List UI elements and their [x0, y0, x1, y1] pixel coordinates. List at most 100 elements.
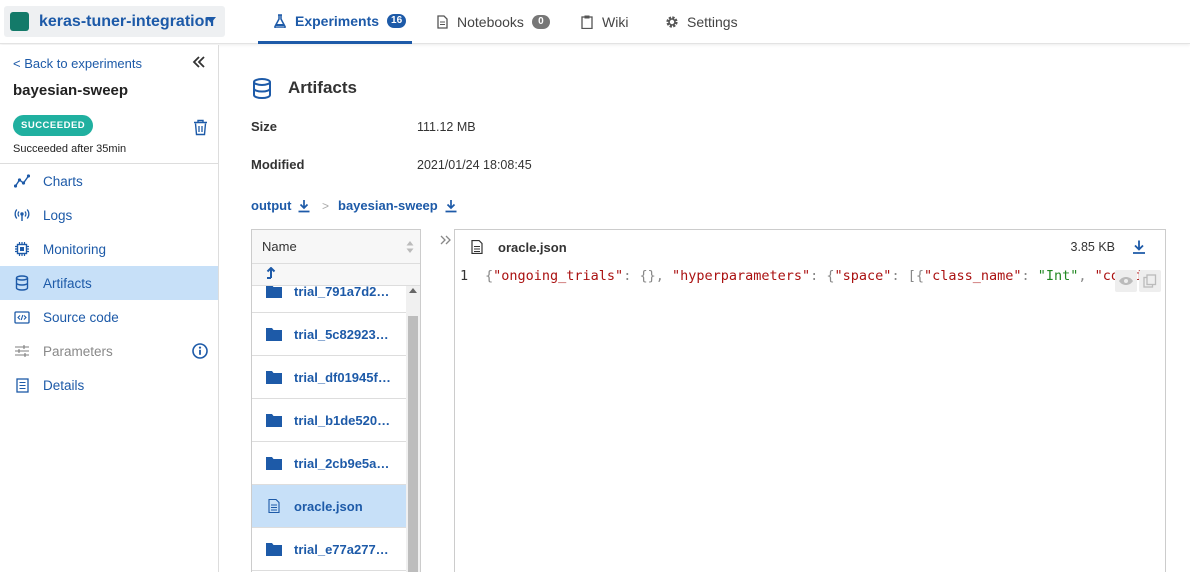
- tab-notebooks[interactable]: Notebooks 0: [435, 0, 550, 44]
- list-item[interactable]: trial_b1de520…: [252, 399, 406, 442]
- copy-icon[interactable]: [1139, 270, 1161, 292]
- file-name: trial_b1de520…: [294, 412, 391, 428]
- database-icon: [14, 275, 30, 291]
- size-value: 111.12 MB: [417, 120, 476, 134]
- list-icon: [14, 377, 30, 393]
- sidebar-item-parameters[interactable]: Parameters: [0, 334, 218, 368]
- database-icon: [252, 78, 272, 100]
- back-to-experiments-link[interactable]: < Back to experiments: [13, 56, 142, 71]
- folder-icon: [266, 286, 282, 298]
- tab-experiments[interactable]: Experiments 16: [258, 0, 412, 44]
- file-name: trial_df01945f…: [294, 369, 391, 385]
- status-badge: SUCCEEDED: [13, 115, 94, 136]
- parent-directory-button[interactable]: [252, 264, 420, 286]
- column-label: Name: [262, 239, 297, 254]
- code-view[interactable]: 1 {"ongoing_trials": {}, "hyperparameter…: [455, 264, 1165, 572]
- experiment-name: bayesian-sweep: [13, 82, 129, 99]
- chip-icon: [14, 241, 30, 257]
- tab-label: Experiments: [295, 12, 380, 29]
- folder-icon: [266, 414, 282, 427]
- sidebar-item-details[interactable]: Details: [0, 368, 218, 402]
- sidebar-item-source-code[interactable]: Source code: [0, 300, 218, 334]
- sidebar-item-artifacts[interactable]: Artifacts: [0, 266, 218, 300]
- sidebar-item-label: Charts: [43, 173, 83, 189]
- tab-label: Wiki: [602, 14, 629, 30]
- list-item[interactable]: oracle.json: [252, 485, 406, 528]
- code-toolbar: [1115, 270, 1161, 292]
- info-icon[interactable]: [192, 343, 208, 359]
- file-name: trial_5c82923…: [294, 326, 389, 342]
- count-badge: 0: [531, 15, 550, 29]
- list-item[interactable]: trial_e77a277…: [252, 528, 406, 571]
- sidebar: < Back to experiments bayesian-sweep SUC…: [0, 45, 219, 572]
- modified-label: Modified: [251, 157, 305, 172]
- file-name: trial_2cb9e5a…: [294, 455, 390, 471]
- download-icon[interactable]: [444, 199, 458, 213]
- scrollbar[interactable]: [406, 286, 420, 572]
- list-item[interactable]: trial_5c82923…: [252, 313, 406, 356]
- file-viewer: oracle.json 3.85 KB 1 {"ongoing_trials":…: [454, 229, 1166, 572]
- tab-wiki[interactable]: Wiki: [580, 0, 628, 44]
- name-column-header[interactable]: Name: [252, 230, 420, 264]
- file-name: trial_791a7d2…: [294, 286, 390, 299]
- sidebar-item-label: Parameters: [43, 343, 113, 359]
- clipboard-icon: [580, 15, 594, 29]
- scrollbar-thumb[interactable]: [408, 316, 418, 572]
- folder-icon: [266, 543, 282, 556]
- breadcrumb-label: bayesian-sweep: [338, 198, 438, 213]
- broadcast-icon: [14, 207, 30, 223]
- chart-icon: [14, 173, 30, 189]
- expand-panel-icon[interactable]: [439, 233, 453, 247]
- notebook-icon: [435, 15, 449, 29]
- caret-down-icon: [206, 17, 216, 23]
- list-item[interactable]: trial_df01945f…: [252, 356, 406, 399]
- viewer-filename: oracle.json: [498, 239, 567, 255]
- page-title: Artifacts: [288, 78, 357, 97]
- file-icon: [268, 499, 280, 513]
- sidebar-item-monitoring[interactable]: Monitoring: [0, 232, 218, 266]
- gear-icon: [665, 15, 679, 29]
- download-icon[interactable]: [1131, 239, 1147, 255]
- status-duration: Succeeded after 35min: [13, 143, 127, 155]
- sidebar-item-label: Logs: [43, 207, 73, 223]
- viewer-header: oracle.json 3.85 KB: [455, 230, 1165, 264]
- modified-value: 2021/01/24 18:08:45: [417, 158, 532, 172]
- flask-icon: [273, 13, 287, 28]
- project-selector[interactable]: keras-tuner-integration: [4, 6, 225, 37]
- collapse-sidebar-icon[interactable]: [191, 54, 207, 70]
- sliders-icon: [14, 343, 30, 359]
- file-icon: [471, 240, 483, 254]
- top-bar: keras-tuner-integration Experiments 16 N…: [0, 0, 1190, 44]
- line-number: 1: [460, 268, 469, 284]
- list-item[interactable]: trial_2cb9e5a…: [252, 442, 406, 485]
- tab-settings[interactable]: Settings: [665, 0, 738, 44]
- list-item[interactable]: trial_791a7d2…: [252, 286, 406, 313]
- trash-icon[interactable]: [193, 119, 209, 136]
- breadcrumb-output[interactable]: output: [251, 198, 311, 213]
- scroll-up-icon[interactable]: [409, 288, 417, 293]
- breadcrumb-bayesian-sweep[interactable]: bayesian-sweep: [338, 198, 458, 213]
- sidebar-nav: Charts Logs Monitoring Artifacts Source …: [0, 164, 218, 402]
- download-icon[interactable]: [297, 199, 311, 213]
- size-label: Size: [251, 119, 278, 134]
- file-rows: trial_791a7d2… trial_5c82923… trial_df01…: [252, 286, 420, 572]
- folder-icon: [266, 371, 282, 384]
- folder-icon: [266, 328, 282, 341]
- tab-label: Settings: [687, 14, 738, 30]
- project-logo: [10, 12, 29, 31]
- sidebar-item-logs[interactable]: Logs: [0, 198, 218, 232]
- eye-icon[interactable]: [1115, 270, 1137, 292]
- folder-icon: [266, 457, 282, 470]
- arrow-up-icon: [266, 266, 276, 284]
- sidebar-item-label: Details: [43, 377, 85, 393]
- file-list: Name trial_791a7d2… trial_5c82923… trial…: [251, 229, 421, 572]
- viewer-filesize: 3.85 KB: [1070, 240, 1115, 254]
- sidebar-item-label: Artifacts: [43, 275, 92, 291]
- code-line: {"ongoing_trials": {}, "hyperparameters"…: [485, 268, 1160, 284]
- count-badge: 16: [387, 13, 407, 28]
- sidebar-item-label: Source code: [43, 309, 119, 325]
- file-name: trial_e77a277…: [294, 541, 389, 557]
- code-icon: [14, 309, 30, 325]
- sort-icon[interactable]: [406, 240, 414, 254]
- sidebar-item-charts[interactable]: Charts: [0, 164, 218, 198]
